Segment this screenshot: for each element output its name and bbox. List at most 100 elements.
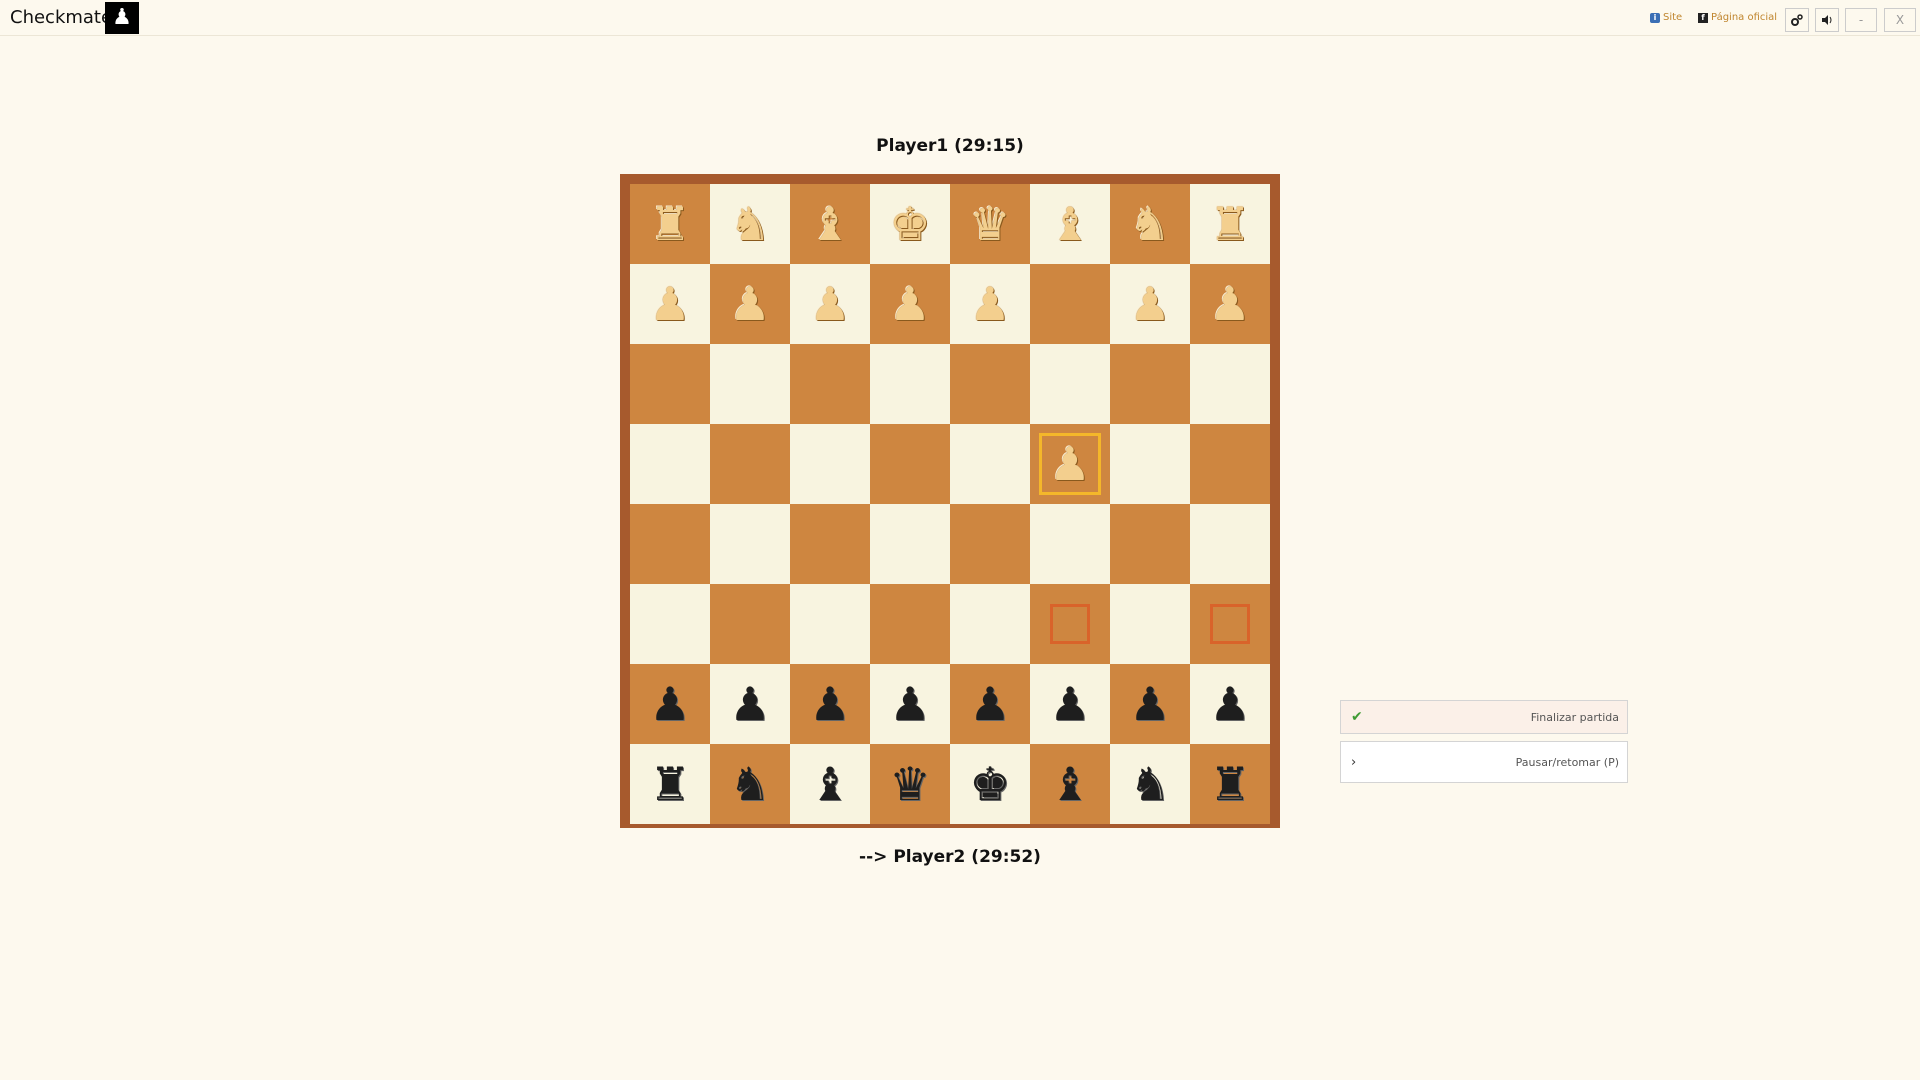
- square-f2[interactable]: ♟: [1030, 664, 1110, 744]
- square-g4[interactable]: [1110, 504, 1190, 584]
- square-a3[interactable]: [630, 584, 710, 664]
- square-a8[interactable]: ♜: [630, 184, 710, 264]
- square-c7[interactable]: ♟: [790, 264, 870, 344]
- white-bishop-icon[interactable]: ♝: [809, 201, 850, 247]
- white-pawn-icon[interactable]: ♟: [1129, 281, 1170, 327]
- square-c8[interactable]: ♝: [790, 184, 870, 264]
- square-h5[interactable]: [1190, 424, 1270, 504]
- white-king-icon[interactable]: ♚: [889, 201, 930, 247]
- black-pawn-icon[interactable]: ♟: [889, 681, 930, 727]
- square-g5[interactable]: [1110, 424, 1190, 504]
- black-rook-icon[interactable]: ♜: [1209, 761, 1250, 807]
- square-f5[interactable]: ♟: [1030, 424, 1110, 504]
- square-b5[interactable]: [710, 424, 790, 504]
- sound-button[interactable]: [1815, 8, 1839, 32]
- black-rook-icon[interactable]: ♜: [649, 761, 690, 807]
- white-pawn-icon[interactable]: ♟: [649, 281, 690, 327]
- square-g8[interactable]: ♞: [1110, 184, 1190, 264]
- square-b2[interactable]: ♟: [710, 664, 790, 744]
- square-h2[interactable]: ♟: [1190, 664, 1270, 744]
- square-d6[interactable]: [870, 344, 950, 424]
- square-c4[interactable]: [790, 504, 870, 584]
- square-g3[interactable]: [1110, 584, 1190, 664]
- square-c3[interactable]: [790, 584, 870, 664]
- white-pawn-icon[interactable]: ♟: [889, 281, 930, 327]
- settings-button[interactable]: [1785, 8, 1809, 32]
- white-pawn-icon[interactable]: ♟: [729, 281, 770, 327]
- white-pawn-icon[interactable]: ♟: [809, 281, 850, 327]
- square-f7[interactable]: [1030, 264, 1110, 344]
- black-queen-icon[interactable]: ♛: [889, 761, 930, 807]
- square-e5[interactable]: [950, 424, 1030, 504]
- black-knight-icon[interactable]: ♞: [729, 761, 770, 807]
- square-b3[interactable]: [710, 584, 790, 664]
- minimize-button[interactable]: -: [1845, 8, 1877, 32]
- square-g7[interactable]: ♟: [1110, 264, 1190, 344]
- square-e1[interactable]: ♚: [950, 744, 1030, 824]
- square-b7[interactable]: ♟: [710, 264, 790, 344]
- black-pawn-icon[interactable]: ♟: [729, 681, 770, 727]
- square-e6[interactable]: [950, 344, 1030, 424]
- close-button[interactable]: X: [1884, 8, 1916, 32]
- square-h7[interactable]: ♟: [1190, 264, 1270, 344]
- square-b4[interactable]: [710, 504, 790, 584]
- pause-resume-button[interactable]: › Pausar/retomar (P): [1340, 741, 1628, 783]
- white-rook-icon[interactable]: ♜: [649, 201, 690, 247]
- square-a4[interactable]: [630, 504, 710, 584]
- square-d7[interactable]: ♟: [870, 264, 950, 344]
- square-a5[interactable]: [630, 424, 710, 504]
- square-c1[interactable]: ♝: [790, 744, 870, 824]
- square-c2[interactable]: ♟: [790, 664, 870, 744]
- square-b8[interactable]: ♞: [710, 184, 790, 264]
- square-h4[interactable]: [1190, 504, 1270, 584]
- black-pawn-icon[interactable]: ♟: [809, 681, 850, 727]
- square-d4[interactable]: [870, 504, 950, 584]
- square-g2[interactable]: ♟: [1110, 664, 1190, 744]
- white-knight-icon[interactable]: ♞: [1129, 201, 1170, 247]
- white-rook-icon[interactable]: ♜: [1209, 201, 1250, 247]
- black-pawn-icon[interactable]: ♟: [649, 681, 690, 727]
- square-c6[interactable]: [790, 344, 870, 424]
- square-b6[interactable]: [710, 344, 790, 424]
- black-bishop-icon[interactable]: ♝: [809, 761, 850, 807]
- square-d8[interactable]: ♚: [870, 184, 950, 264]
- square-h8[interactable]: ♜: [1190, 184, 1270, 264]
- black-pawn-icon[interactable]: ♟: [1129, 681, 1170, 727]
- square-c5[interactable]: [790, 424, 870, 504]
- square-a6[interactable]: [630, 344, 710, 424]
- square-e4[interactable]: [950, 504, 1030, 584]
- square-g6[interactable]: [1110, 344, 1190, 424]
- square-e8[interactable]: ♛: [950, 184, 1030, 264]
- black-bishop-icon[interactable]: ♝: [1049, 761, 1090, 807]
- white-queen-icon[interactable]: ♛: [969, 201, 1010, 247]
- site-link[interactable]: i Site: [1650, 11, 1682, 25]
- square-d1[interactable]: ♛: [870, 744, 950, 824]
- square-f6[interactable]: [1030, 344, 1110, 424]
- square-d5[interactable]: [870, 424, 950, 504]
- square-g1[interactable]: ♞: [1110, 744, 1190, 824]
- square-e7[interactable]: ♟: [950, 264, 1030, 344]
- square-h6[interactable]: [1190, 344, 1270, 424]
- square-h3[interactable]: [1190, 584, 1270, 664]
- square-f3[interactable]: [1030, 584, 1110, 664]
- square-d3[interactable]: [870, 584, 950, 664]
- black-pawn-icon[interactable]: ♟: [1049, 681, 1090, 727]
- square-d2[interactable]: ♟: [870, 664, 950, 744]
- white-pawn-icon[interactable]: ♟: [969, 281, 1010, 327]
- facebook-page-link[interactable]: f Página oficial: [1698, 11, 1777, 25]
- square-b1[interactable]: ♞: [710, 744, 790, 824]
- square-e3[interactable]: [950, 584, 1030, 664]
- square-a7[interactable]: ♟: [630, 264, 710, 344]
- square-f8[interactable]: ♝: [1030, 184, 1110, 264]
- white-knight-icon[interactable]: ♞: [729, 201, 770, 247]
- square-a1[interactable]: ♜: [630, 744, 710, 824]
- square-e2[interactable]: ♟: [950, 664, 1030, 744]
- square-f1[interactable]: ♝: [1030, 744, 1110, 824]
- square-f4[interactable]: [1030, 504, 1110, 584]
- black-king-icon[interactable]: ♚: [969, 761, 1010, 807]
- black-pawn-icon[interactable]: ♟: [969, 681, 1010, 727]
- black-knight-icon[interactable]: ♞: [1129, 761, 1170, 807]
- white-pawn-icon[interactable]: ♟: [1209, 281, 1250, 327]
- black-pawn-icon[interactable]: ♟: [1209, 681, 1250, 727]
- square-h1[interactable]: ♜: [1190, 744, 1270, 824]
